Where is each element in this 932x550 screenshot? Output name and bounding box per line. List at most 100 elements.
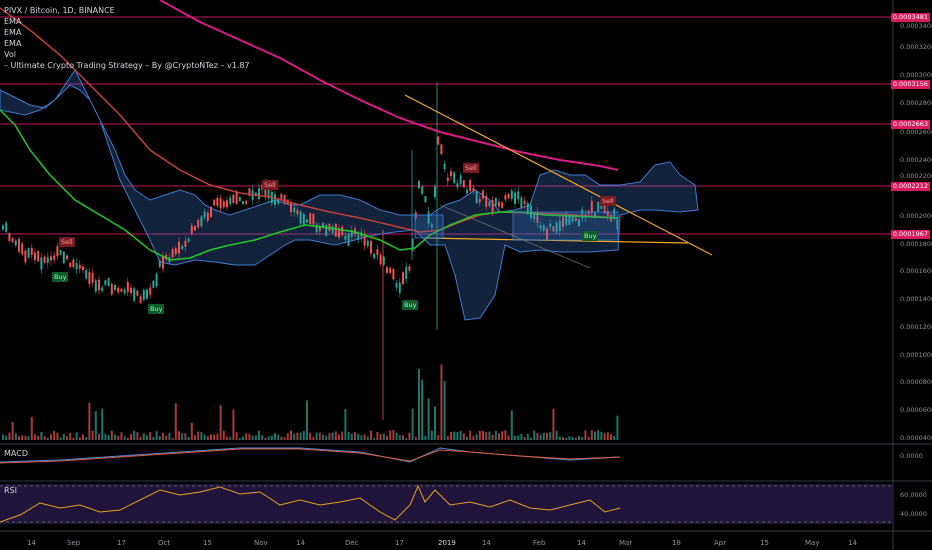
candle-body: [37, 251, 40, 262]
volume-bar: [168, 432, 171, 440]
volume-bar: [210, 434, 212, 440]
candle-body: [526, 202, 529, 213]
chart-canvas[interactable]: [0, 0, 932, 550]
candle-body: [152, 280, 155, 288]
volume-bar: [200, 432, 203, 440]
volume-bar: [546, 432, 548, 440]
volume-bar: [296, 432, 299, 440]
time-axis-label: 14: [296, 539, 305, 547]
volume-bar: [530, 437, 532, 440]
volume-bar: [376, 431, 379, 440]
volume-bar: [62, 434, 65, 440]
volume-bar: [130, 434, 132, 440]
indicator-strategy[interactable]: – Ultimate Crypto Trading Strategy – By …: [4, 60, 250, 71]
candle-body: [194, 225, 196, 231]
volume-bar: [552, 408, 555, 440]
buy-signal: Buy: [148, 304, 165, 314]
volume-bar: [120, 432, 123, 440]
volume-bar: [126, 437, 129, 440]
price-axis-label: 0.0002000: [900, 212, 932, 220]
indicator-volume[interactable]: Vol: [4, 49, 250, 60]
rsi-axis-label: 60.0000: [900, 491, 927, 499]
candle-body: [475, 190, 478, 204]
macd-signal-line: [0, 448, 621, 464]
volume-bar: [533, 430, 536, 440]
volume-bar: [290, 430, 292, 440]
candle-body: [91, 272, 94, 283]
candle-body: [459, 175, 462, 184]
volume-bar: [613, 435, 616, 440]
price-axis-label: 0.0001600: [900, 267, 932, 275]
candle-body: [334, 223, 337, 237]
candle-body: [437, 136, 440, 145]
candle-body: [296, 210, 299, 215]
candle-body: [155, 274, 158, 287]
candle-body: [363, 234, 366, 246]
volume-bar: [75, 432, 78, 440]
volume-bar: [194, 435, 196, 440]
volume-bar: [414, 437, 417, 440]
candle-body: [504, 195, 507, 200]
rsi-pane-label[interactable]: RSI: [4, 486, 17, 495]
volume-bar: [466, 436, 468, 440]
candle-body: [331, 226, 334, 233]
volume-bar: [203, 434, 206, 440]
volume-bar: [549, 432, 552, 440]
candle-body: [219, 198, 222, 209]
indicator-ema-3[interactable]: EMA: [4, 38, 250, 49]
volume-bar: [334, 431, 337, 440]
candle-body: [597, 201, 600, 212]
chart-legend: PIVX / Bitcoin, 1D, BINANCE EMA EMA EMA …: [4, 5, 250, 71]
volume-bar: [98, 433, 100, 440]
volume-bar: [11, 421, 14, 440]
volume-bar: [350, 433, 353, 440]
candle-body: [11, 237, 14, 243]
volume-bar: [27, 436, 30, 440]
volume-bar: [370, 430, 372, 440]
candle-body: [424, 196, 427, 203]
time-axis-label: 17: [117, 539, 126, 547]
volume-bar: [238, 437, 241, 440]
candle-body: [507, 193, 510, 199]
candle-body: [216, 197, 219, 206]
chart-title[interactable]: PIVX / Bitcoin, 1D, BINANCE: [4, 5, 250, 16]
volume-bar: [450, 431, 452, 440]
volume-bar: [30, 416, 33, 440]
volume-bar: [254, 435, 257, 440]
candle-body: [190, 225, 193, 234]
volume-bar: [158, 436, 161, 440]
volume-bar: [24, 436, 27, 440]
volume-bar: [446, 436, 449, 440]
candle-body: [299, 211, 302, 224]
volume-bar: [498, 433, 500, 440]
volume-bar: [434, 406, 436, 440]
time-axis-label: Mar: [619, 539, 633, 547]
price-axis-label: 0.0003200: [900, 43, 932, 51]
volume-bar: [248, 434, 251, 440]
volume-bar: [603, 433, 606, 440]
volume-bar: [373, 437, 376, 440]
volume-bar: [501, 431, 504, 440]
macd-pane-label[interactable]: MACD: [4, 449, 28, 458]
price-axis-label: 0.0001200: [900, 323, 932, 331]
volume-bar: [40, 432, 43, 440]
price-level-tag: 0.0003156: [890, 80, 930, 89]
price-axis-label: 0.0000800: [900, 378, 932, 386]
volume-bar: [315, 432, 318, 440]
indicator-ema-1[interactable]: EMA: [4, 16, 250, 27]
candle-body: [395, 283, 398, 288]
candle-body: [523, 200, 526, 205]
volume-bar: [21, 435, 24, 440]
candle-body: [2, 225, 4, 230]
indicator-ema-2[interactable]: EMA: [4, 27, 250, 38]
volume-bar: [82, 434, 84, 440]
candle-body: [238, 196, 241, 201]
candle-body: [494, 197, 497, 206]
candle-body: [130, 287, 132, 293]
candle-body: [376, 249, 379, 256]
volume-bar: [280, 436, 283, 440]
price-level-tag: 0.0003481: [890, 13, 930, 22]
volume-bar: [462, 433, 465, 440]
rsi-axis-label: 40.0000: [900, 510, 927, 518]
volume-bar: [488, 431, 491, 440]
